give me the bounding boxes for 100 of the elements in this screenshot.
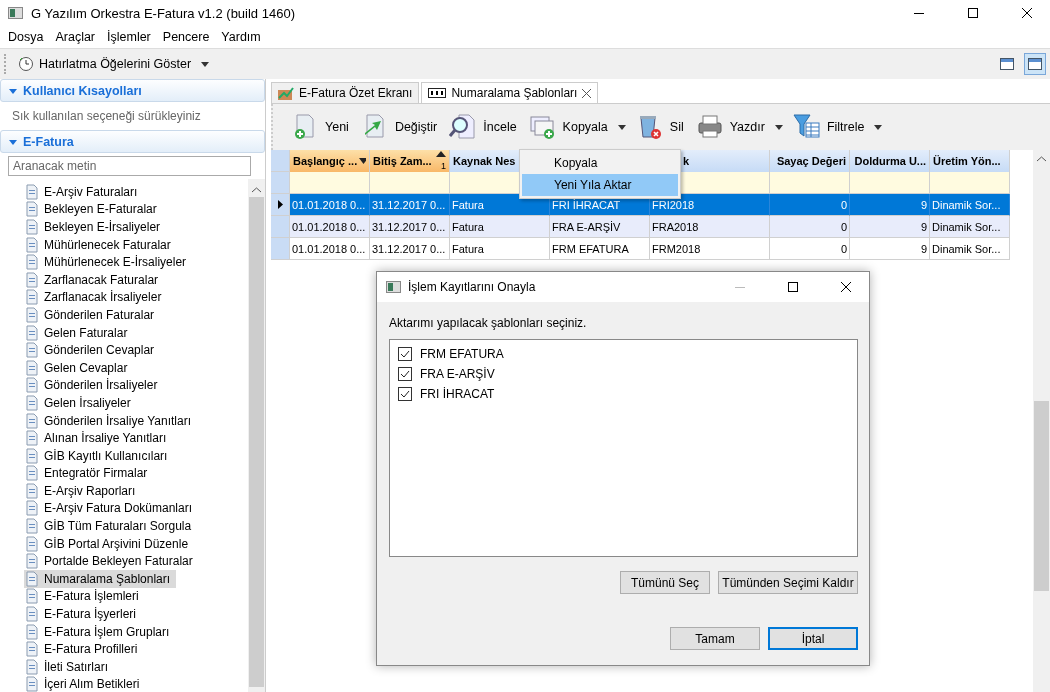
scroll-up-icon[interactable] (252, 187, 261, 193)
column-header[interactable]: Bitiş Zam... 1 (370, 150, 450, 172)
filter-cell[interactable] (770, 172, 850, 194)
nav-item[interactable]: E-Fatura Profilleri (24, 640, 144, 659)
tab[interactable]: E-Fatura Özet Ekranı (271, 82, 420, 103)
drag-hint: Sık kullanılan seçeneği sürükleyiniz (11, 108, 202, 125)
menu-item[interactable]: Yardım (215, 30, 267, 44)
menu-item[interactable]: İşlemler (101, 30, 157, 44)
section-header[interactable]: E-Fatura (0, 130, 265, 153)
context-menu-item[interactable]: Yeni Yıla Aktar (522, 174, 678, 196)
toolbar-button[interactable]: Yazdır (693, 113, 767, 141)
nav-item[interactable]: Gönderilen İrsaliye Yanıtları (24, 411, 197, 430)
document-icon (24, 641, 40, 658)
nav-item[interactable]: Gelen Cevaplar (24, 358, 134, 377)
tab[interactable]: Numaralama Şablonları (421, 82, 599, 103)
menu-item[interactable]: Pencere (156, 30, 216, 44)
nav-item[interactable]: İleti Satırları (24, 658, 115, 676)
section-header[interactable]: Kullanıcı Kısayolları (0, 79, 265, 102)
nav-item[interactable]: Alınan İrsaliye Yanıtları (24, 429, 173, 447)
magnifier-icon (449, 113, 478, 141)
nav-item[interactable]: Gelen Faturalar (24, 323, 134, 342)
nav-item[interactable]: Gelen İrsaliyeler (24, 394, 137, 412)
window-layout-button[interactable] (1024, 53, 1046, 75)
toolbar-button[interactable]: İncele (447, 113, 519, 141)
nav-item[interactable]: E-Fatura İşyerleri (24, 605, 143, 623)
nav-item[interactable]: Gönderilen Cevaplar (24, 341, 161, 359)
maximize-icon[interactable] (968, 8, 978, 18)
nav-item[interactable]: GİB Tüm Faturaları Sorgula (24, 517, 198, 535)
close-icon[interactable] (1022, 8, 1032, 18)
filter-cell[interactable] (370, 172, 450, 194)
nav-item[interactable]: GİB Kayıtlı Kullanıcıları (24, 446, 174, 465)
maximize-icon[interactable] (788, 282, 798, 292)
dialog-button[interactable]: Tümünden Seçimi Kaldır (718, 571, 858, 594)
checkbox[interactable] (398, 347, 412, 361)
toolbar-button[interactable]: Kopyala (526, 113, 610, 141)
reminder-button[interactable]: Hatırlatma Öğelerini Göster (14, 54, 196, 74)
check-mark-icon (400, 370, 410, 378)
nav-item[interactable]: Zarflanacak Faturalar (24, 270, 165, 289)
menu-item[interactable]: Dosya (2, 30, 50, 44)
nav-item[interactable]: Gönderilen İrsaliyeler (24, 376, 164, 395)
dialog-button[interactable]: İptal (768, 627, 858, 650)
table-cell: Fatura (450, 216, 550, 238)
nav-item[interactable]: Gönderilen Faturalar (24, 306, 161, 324)
checkbox[interactable] (398, 387, 412, 401)
filter-cell[interactable] (290, 172, 370, 194)
nav-item[interactable]: Zarflanacak İrsaliyeler (24, 288, 168, 307)
app-icon (8, 7, 23, 19)
toolbar-button[interactable]: Sil (633, 113, 686, 141)
toolbar-button[interactable]: Filtrele (790, 113, 867, 141)
document-icon (24, 236, 40, 253)
nav-item[interactable]: Bekleyen E-İrsaliyeler (24, 218, 167, 236)
caret-icon[interactable] (617, 124, 626, 130)
nav-item[interactable]: E-Arşiv Fatura Dokümanları (24, 499, 199, 518)
collapse-icon[interactable] (9, 86, 17, 95)
caret-icon[interactable] (201, 61, 210, 67)
nav-item[interactable]: Bekleyen E-Faturalar (24, 200, 163, 219)
toolbar-button[interactable]: Yeni (289, 113, 351, 141)
nav-item[interactable]: Mühürlenecek E-İrsaliyeler (24, 253, 193, 271)
nav-item[interactable]: Entegratör Firmalar (24, 464, 154, 483)
menu-item[interactable]: Araçlar (49, 30, 102, 44)
dialog-button[interactable]: Tamam (670, 627, 760, 650)
checkbox[interactable] (398, 367, 412, 381)
document-icon (24, 412, 40, 429)
nav-item[interactable]: Mühürlenecek Faturalar (24, 235, 177, 254)
column-header[interactable]: Doldurma U... (850, 150, 930, 172)
window-title: G Yazılım Orkestra E-Fatura v1.2 (build 1460) (31, 5, 296, 21)
row-indicator[interactable] (271, 194, 290, 216)
minimize-icon[interactable] (914, 12, 924, 14)
nav-item[interactable]: E-Arşiv Faturaları (24, 183, 144, 201)
filter-cell[interactable] (850, 172, 930, 194)
scrollbar[interactable] (248, 179, 265, 692)
nav-item[interactable]: Portalde Bekleyen Faturalar (24, 552, 199, 571)
caret-icon[interactable] (874, 124, 883, 130)
nav-item[interactable]: Numaralama Şablonları (24, 570, 177, 588)
column-header[interactable]: Sayaç Değeri (770, 150, 850, 172)
nav-item[interactable]: E-Fatura İşlem Grupları (24, 622, 176, 641)
filter-caret-icon[interactable] (359, 158, 366, 164)
filter-cell[interactable] (930, 172, 1010, 194)
close-icon[interactable] (582, 88, 592, 98)
scroll-up-icon[interactable] (1037, 156, 1046, 162)
nav-item[interactable]: E-Fatura İşlemleri (24, 587, 145, 606)
column-header[interactable]: Başlangıç ... (290, 150, 370, 172)
document-icon (24, 658, 40, 675)
column-header[interactable]: Üretim Yön... (930, 150, 1010, 172)
search-field[interactable]: Aranacak metin (8, 156, 251, 176)
document-icon (24, 183, 40, 200)
window-layout-icon (1000, 58, 1014, 70)
dialog-button[interactable]: Tümünü Seç (620, 571, 710, 594)
check-mark-icon (400, 390, 410, 398)
scrollbar[interactable] (1033, 150, 1050, 692)
toolbar-button[interactable]: Değiştir (358, 113, 440, 141)
nav-item[interactable]: İçeri Alım Betikleri (24, 675, 146, 692)
dialog-title: İşlem Kayıtlarını Onayla (408, 280, 537, 294)
nav-item[interactable]: GİB Portal Arşivini Düzenle (24, 534, 195, 553)
nav-item[interactable]: E-Arşiv Raporları (24, 482, 142, 500)
caret-icon[interactable] (774, 124, 783, 130)
collapse-icon[interactable] (9, 137, 17, 146)
document-icon (24, 465, 40, 482)
close-icon[interactable] (841, 282, 851, 292)
document-icon (24, 254, 40, 271)
